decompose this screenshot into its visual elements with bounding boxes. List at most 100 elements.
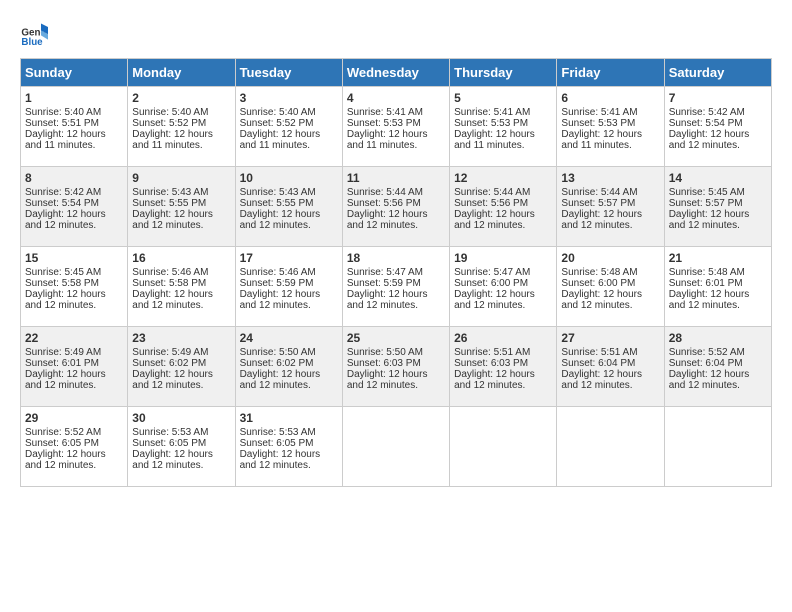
sunset-text: Sunset: 6:00 PM (454, 278, 528, 289)
day-number: 13 (561, 171, 659, 185)
sunrise-text: Sunrise: 5:49 AM (25, 347, 101, 358)
daylight-text: Daylight: 12 hours and 12 minutes. (132, 449, 213, 471)
sunrise-text: Sunrise: 5:52 AM (669, 347, 745, 358)
calendar-cell: 10 Sunrise: 5:43 AMSunset: 5:55 PMDayligh… (235, 167, 342, 247)
sunset-text: Sunset: 6:02 PM (240, 358, 314, 369)
calendar-cell: 25Sunrise: 5:50 AMSunset: 6:03 PMDayligh… (342, 327, 449, 407)
daylight-text: Daylight: 12 hours and 12 minutes. (454, 209, 535, 231)
day-number: 28 (669, 331, 767, 345)
sunrise-text: Sunrise: 5:50 AM (347, 347, 423, 358)
day-number: 24 (240, 331, 338, 345)
svg-text:Blue: Blue (21, 37, 43, 48)
day-number: 20 (561, 251, 659, 265)
day-number: 21 (669, 251, 767, 265)
sunrise-text: Sunrise: 5:46 AM (240, 267, 316, 278)
day-number: 15 (25, 251, 123, 265)
col-header-friday: Friday (557, 59, 664, 87)
sunrise-text: Sunrise: 5:40 AM (240, 107, 316, 118)
daylight-text: Daylight: 12 hours and 12 minutes. (240, 289, 321, 311)
daylight-text: Daylight: 12 hours and 12 minutes. (132, 209, 213, 231)
sunrise-text: Sunrise: 5:44 AM (347, 187, 423, 198)
day-number: 8 (25, 171, 123, 185)
daylight-text: Daylight: 12 hours and 12 minutes. (240, 369, 321, 391)
sunset-text: Sunset: 5:52 PM (240, 118, 314, 129)
calendar-week-row: 15 Sunrise: 5:45 AM Sunset: 5:58 PM Dayligh… (21, 247, 772, 327)
sunrise-text: Sunrise: 5:48 AM (669, 267, 745, 278)
sunset-text: Sunset: 6:03 PM (454, 358, 528, 369)
sunrise-text: Sunrise: 5:52 AM (25, 427, 101, 438)
calendar-cell: 21Sunrise: 5:48 AMSunset: 6:01 PMDayligh… (664, 247, 771, 327)
sunset-text: Sunset: 5:54 PM (25, 198, 99, 209)
sunset-text: Sunset: 6:00 PM (561, 278, 635, 289)
calendar-cell: 2Sunrise: 5:40 AMSunset: 5:52 PMDaylight… (128, 87, 235, 167)
sunrise-text: Sunrise: 5:41 AM (561, 107, 637, 118)
calendar-cell: 9Sunrise: 5:43 AMSunset: 5:55 PMDaylight… (128, 167, 235, 247)
daylight-text: Daylight: 12 hours and 12 minutes. (240, 209, 321, 231)
calendar-cell: 14Sunrise: 5:45 AMSunset: 5:57 PMDayligh… (664, 167, 771, 247)
calendar-cell: 31Sunrise: 5:53 AMSunset: 6:05 PMDayligh… (235, 407, 342, 487)
day-number: 10 (240, 171, 338, 185)
calendar-cell: 26Sunrise: 5:51 AMSunset: 6:03 PMDayligh… (450, 327, 557, 407)
daylight-text: Daylight: 12 hours and 11 minutes. (454, 129, 535, 151)
col-header-monday: Monday (128, 59, 235, 87)
sunset-text: Sunset: 5:53 PM (561, 118, 635, 129)
daylight-text: Daylight: 12 hours and 12 minutes. (25, 369, 106, 391)
calendar-cell: 19Sunrise: 5:47 AMSunset: 6:00 PMDayligh… (450, 247, 557, 327)
sunset-text: Sunset: 6:05 PM (132, 438, 206, 449)
day-number: 22 (25, 331, 123, 345)
sunset-text: Sunset: 6:05 PM (25, 438, 99, 449)
calendar-cell: 16Sunrise: 5:46 AMSunset: 5:58 PMDayligh… (128, 247, 235, 327)
day-number: 19 (454, 251, 552, 265)
calendar-header-row: SundayMondayTuesdayWednesdayThursdayFrid… (21, 59, 772, 87)
sunset-text: Sunset: 6:05 PM (240, 438, 314, 449)
calendar-cell: 1Sunrise: 5:40 AMSunset: 5:51 PMDaylight… (21, 87, 128, 167)
daylight-text: Daylight: 12 hours and 12 minutes. (25, 289, 106, 311)
sunset-text: Sunset: 5:56 PM (347, 198, 421, 209)
calendar-cell: 29Sunrise: 5:52 AMSunset: 6:05 PMDayligh… (21, 407, 128, 487)
calendar-cell: 15Sunrise: 5:45 AMSunset: 5:58 PMDayligh… (21, 247, 128, 327)
sunrise-text: Sunrise: 5:40 AM (25, 107, 101, 118)
sunset-text: Sunset: 6:02 PM (132, 358, 206, 369)
sunrise-text: Sunrise: 5:51 AM (454, 347, 530, 358)
calendar-cell: 4Sunrise: 5:41 AMSunset: 5:53 PMDaylight… (342, 87, 449, 167)
sunset-text: Sunset: 6:01 PM (25, 358, 99, 369)
calendar-cell: 18Sunrise: 5:47 AMSunset: 5:59 PMDayligh… (342, 247, 449, 327)
calendar-cell: 3Sunrise: 5:40 AMSunset: 5:52 PMDaylight… (235, 87, 342, 167)
daylight-text: Daylight: 12 hours and 12 minutes. (25, 209, 106, 231)
day-number: 6 (561, 91, 659, 105)
calendar-cell: 17Sunrise: 5:46 AMSunset: 5:59 PMDayligh… (235, 247, 342, 327)
day-number: 16 (132, 251, 230, 265)
sunrise-text: Sunrise: 5:43 AM (240, 187, 316, 198)
day-number: 3 (240, 91, 338, 105)
day-number: 27 (561, 331, 659, 345)
calendar-cell: 24Sunrise: 5:50 AMSunset: 6:02 PMDayligh… (235, 327, 342, 407)
sunset-text: Sunset: 5:56 PM (454, 198, 528, 209)
calendar-cell: 6Sunrise: 5:41 AMSunset: 5:53 PMDaylight… (557, 87, 664, 167)
daylight-text: Daylight: 12 hours and 11 minutes. (132, 129, 213, 151)
daylight-text: Daylight: 12 hours and 12 minutes. (561, 369, 642, 391)
sunrise-text: Sunrise: 5:45 AM (25, 267, 101, 278)
sunset-text: Sunset: 5:53 PM (454, 118, 528, 129)
sunrise-text: Sunrise: 5:47 AM (454, 267, 530, 278)
col-header-tuesday: Tuesday (235, 59, 342, 87)
daylight-text: Daylight: 12 hours and 12 minutes. (132, 369, 213, 391)
sunset-text: Sunset: 5:54 PM (669, 118, 743, 129)
calendar-cell (342, 407, 449, 487)
calendar-cell: 23Sunrise: 5:49 AMSunset: 6:02 PMDayligh… (128, 327, 235, 407)
calendar-cell: 8Sunrise: 5:42 AMSunset: 5:54 PMDaylight… (21, 167, 128, 247)
sunset-text: Sunset: 5:58 PM (132, 278, 206, 289)
sunset-text: Sunset: 5:55 PM (240, 198, 314, 209)
sunrise-text: Sunrise: 5:46 AM (132, 267, 208, 278)
daylight-text: Daylight: 12 hours and 12 minutes. (25, 449, 106, 471)
daylight-text: Daylight: 12 hours and 12 minutes. (561, 289, 642, 311)
sunset-text: Sunset: 5:59 PM (347, 278, 421, 289)
calendar-week-row: 1Sunrise: 5:40 AMSunset: 5:51 PMDaylight… (21, 87, 772, 167)
sunrise-text: Sunrise: 5:53 AM (132, 427, 208, 438)
calendar-table: SundayMondayTuesdayWednesdayThursdayFrid… (20, 58, 772, 487)
day-number: 9 (132, 171, 230, 185)
sunset-text: Sunset: 5:57 PM (561, 198, 635, 209)
calendar-cell: 28Sunrise: 5:52 AMSunset: 6:04 PMDayligh… (664, 327, 771, 407)
calendar-cell: 5Sunrise: 5:41 AMSunset: 5:53 PMDaylight… (450, 87, 557, 167)
day-number: 14 (669, 171, 767, 185)
logo: General Blue (20, 20, 48, 48)
